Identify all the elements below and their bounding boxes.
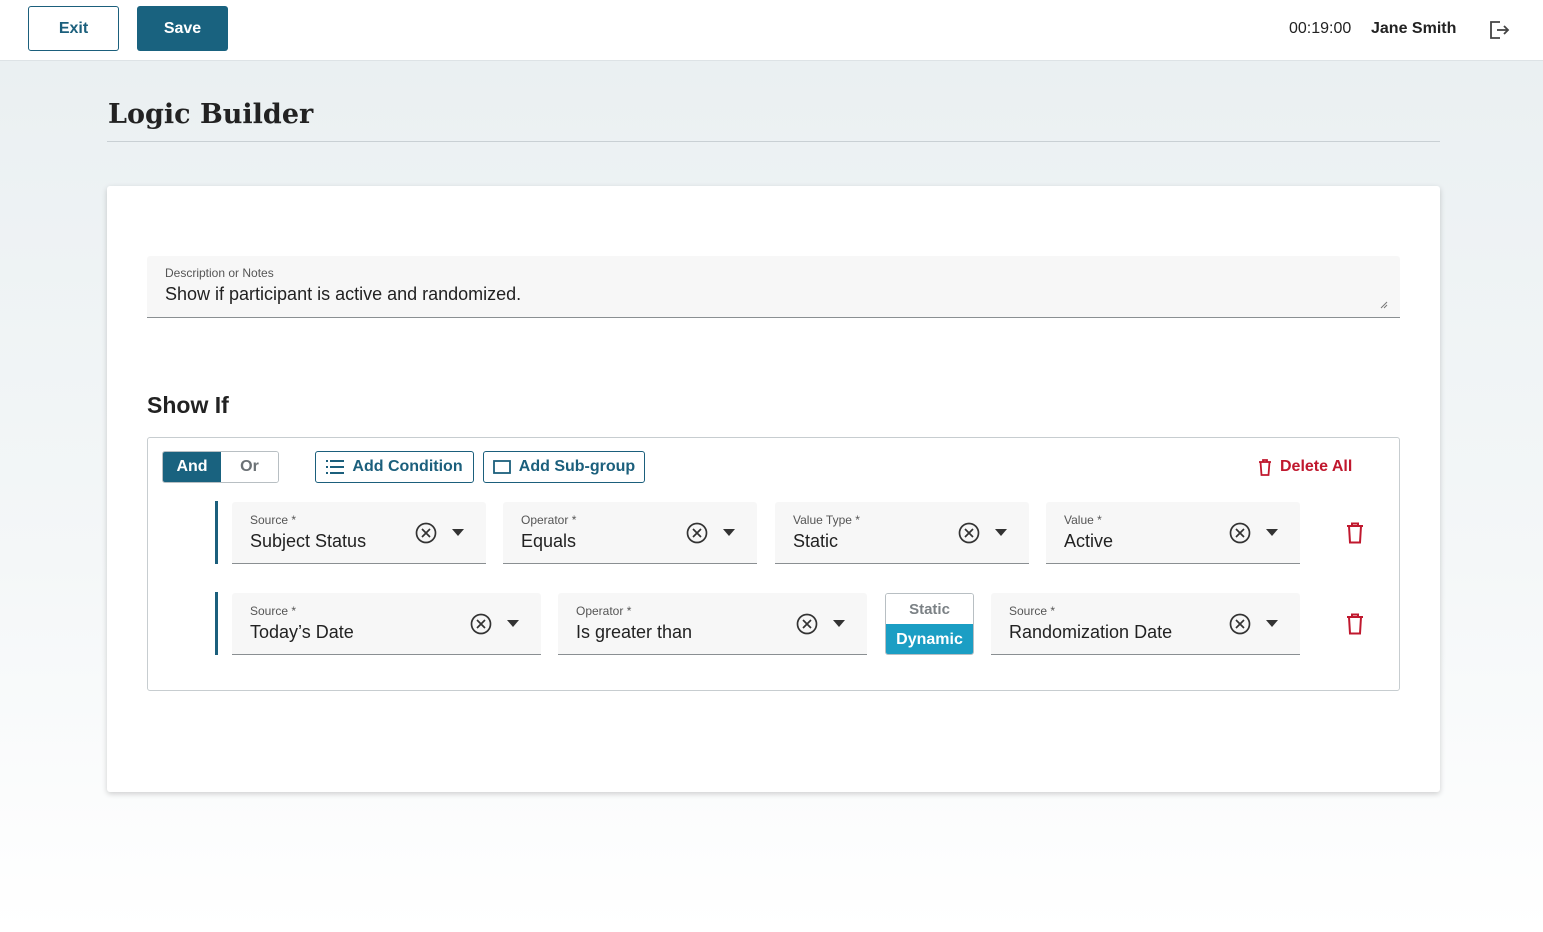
source-value: Subject Status xyxy=(250,531,367,551)
operator-value: Equals xyxy=(521,531,577,551)
source-value: Today’s Date xyxy=(250,622,354,642)
clear-icon[interactable] xyxy=(1229,522,1251,544)
source-label: Source * xyxy=(250,513,297,527)
operator-label: Operator * xyxy=(576,604,632,618)
show-if-title: Show If xyxy=(147,392,229,418)
value-type-value: Static xyxy=(793,531,839,551)
add-subgroup-button[interactable]: Add Sub-group xyxy=(483,451,645,483)
static-option[interactable]: Static xyxy=(886,594,973,624)
exit-button[interactable]: Exit xyxy=(28,6,119,51)
chevron-down-icon[interactable] xyxy=(995,529,1007,537)
source-label: Source * xyxy=(1009,604,1056,618)
source-select[interactable]: Source * Subject Status xyxy=(232,502,486,564)
clear-icon[interactable] xyxy=(796,613,818,635)
value-label: Value * xyxy=(1064,513,1102,527)
title-divider xyxy=(107,141,1440,142)
dynamic-option[interactable]: Dynamic xyxy=(886,624,973,654)
or-option[interactable]: Or xyxy=(221,452,278,482)
operator-value: Is greater than xyxy=(576,622,693,642)
chevron-down-icon[interactable] xyxy=(507,620,519,628)
chevron-down-icon[interactable] xyxy=(833,620,845,628)
subgroup-box-icon xyxy=(492,460,511,474)
user-name: Jane Smith xyxy=(1371,20,1457,37)
value-value: Active xyxy=(1064,531,1114,551)
resize-handle-icon[interactable] xyxy=(1380,301,1388,309)
operator-select[interactable]: Operator * Is greater than xyxy=(558,593,867,655)
condition-row-indicator xyxy=(215,592,218,655)
clear-icon[interactable] xyxy=(470,613,492,635)
clear-icon[interactable] xyxy=(686,522,708,544)
delete-row-trash-icon[interactable] xyxy=(1346,522,1364,544)
value-select[interactable]: Value * Active xyxy=(1046,502,1300,564)
and-or-toggle[interactable]: And Or xyxy=(162,451,279,483)
delete-row-trash-icon[interactable] xyxy=(1346,613,1364,635)
condition-group: And Or Add Condition Add Sub-group Delet… xyxy=(147,437,1400,691)
delete-all-label: Delete All xyxy=(1280,458,1353,475)
value-type-toggle[interactable]: Static Dynamic xyxy=(885,593,974,655)
save-button[interactable]: Save xyxy=(137,6,228,51)
value-type-label: Value Type * xyxy=(793,513,860,527)
operator-label: Operator * xyxy=(521,513,577,527)
logic-card: Description or Notes Show if participant… xyxy=(107,186,1440,792)
value-type-select[interactable]: Value Type * Static xyxy=(775,502,1029,564)
compare-source-select[interactable]: Source * Randomization Date xyxy=(991,593,1300,655)
add-subgroup-label: Add Sub-group xyxy=(518,458,636,475)
condition-row-indicator xyxy=(215,501,218,564)
add-condition-button[interactable]: Add Condition xyxy=(315,451,474,483)
clear-icon[interactable] xyxy=(415,522,437,544)
notes-value[interactable]: Show if participant is active and random… xyxy=(165,284,521,305)
list-icon xyxy=(326,460,345,474)
source-select[interactable]: Source * Today’s Date xyxy=(232,593,541,655)
and-option[interactable]: And xyxy=(163,452,221,482)
top-bar: Exit Save 00:19:00 Jane Smith xyxy=(0,0,1543,61)
delete-all-button[interactable]: Delete All xyxy=(1258,455,1352,479)
page-title: Logic Builder xyxy=(108,99,314,130)
chevron-down-icon[interactable] xyxy=(1266,529,1278,537)
session-timer: 00:19:00 xyxy=(1289,20,1352,37)
clear-icon[interactable] xyxy=(958,522,980,544)
notes-label: Description or Notes xyxy=(165,266,274,280)
source-label: Source * xyxy=(250,604,297,618)
operator-select[interactable]: Operator * Equals xyxy=(503,502,757,564)
clear-icon[interactable] xyxy=(1229,613,1251,635)
description-notes-field[interactable]: Description or Notes Show if participant… xyxy=(147,256,1400,318)
source-value: Randomization Date xyxy=(1009,622,1173,642)
chevron-down-icon[interactable] xyxy=(1266,620,1278,628)
chevron-down-icon[interactable] xyxy=(452,529,464,537)
add-condition-label: Add Condition xyxy=(352,458,463,475)
chevron-down-icon[interactable] xyxy=(723,529,735,537)
trash-icon xyxy=(1259,458,1271,476)
logout-icon[interactable] xyxy=(1487,18,1511,42)
